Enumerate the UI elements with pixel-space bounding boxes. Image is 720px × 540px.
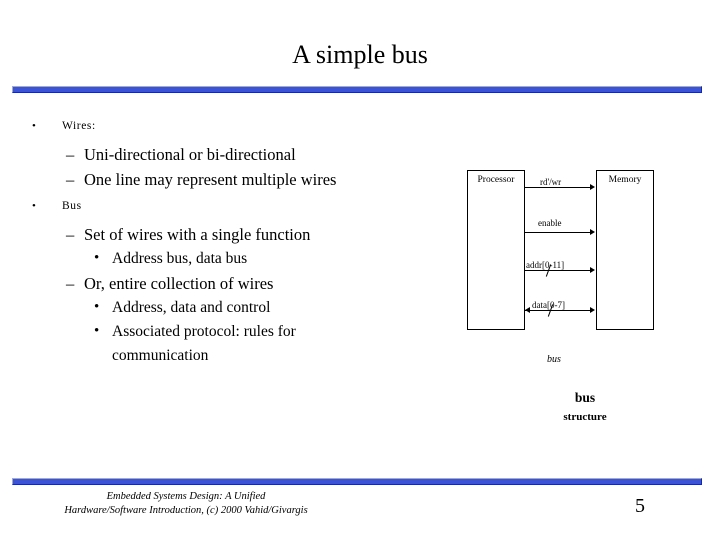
slide: A simple bus • Wires: – Uni-directional … bbox=[0, 0, 720, 540]
bullet-wires-sub1-label: Uni-directional or bi-directional bbox=[84, 145, 296, 164]
memory-label: Memory bbox=[608, 175, 642, 185]
memory-box: Memory bbox=[596, 170, 654, 330]
bullet-wires-sub2: – One line may represent multiple wires bbox=[0, 167, 450, 192]
bullet-marker-dash: – bbox=[66, 274, 75, 293]
wire-addr bbox=[525, 270, 591, 271]
figure-caption-bold: bus bbox=[574, 390, 596, 405]
bus-italic-label: bus bbox=[547, 354, 561, 365]
bullet-bus-sub2-item2: • Associated protocol: rules for bbox=[0, 320, 450, 344]
processor-box: Processor bbox=[467, 170, 525, 330]
figure-caption-sub: structure bbox=[563, 411, 607, 423]
bullet-bus-sub2-item2-label: Associated protocol: rules for bbox=[112, 323, 296, 340]
wire-enable bbox=[525, 232, 591, 233]
bullet-marker-dot: • bbox=[94, 299, 100, 315]
wire-data bbox=[525, 310, 591, 311]
footer-line-2: Hardware/Software Introduction, (c) 2000… bbox=[64, 505, 308, 516]
bullet-marker-dash: – bbox=[66, 170, 75, 189]
bullet-marker-dash: – bbox=[66, 225, 75, 244]
footer-divider bbox=[12, 478, 702, 485]
bullet-marker-dot: • bbox=[32, 200, 37, 212]
bullet-marker-dot: • bbox=[94, 250, 100, 266]
bullet-bus-sub1-item1-label: Address bus, data bus bbox=[112, 250, 248, 267]
bullet-bus-sub2-item1-label: Address, data and control bbox=[112, 299, 271, 316]
bullet-marker-dot: • bbox=[94, 323, 100, 339]
bullet-bus-sub1: – Set of wires with a single function bbox=[0, 222, 450, 247]
wire-addr-label: addr[0-11] bbox=[526, 260, 565, 270]
bullet-wires-sub2-label: One line may represent multiple wires bbox=[84, 170, 337, 189]
bullet-wires: • Wires: bbox=[0, 118, 450, 134]
bullet-bus-sub1-label: Set of wires with a single function bbox=[84, 225, 311, 244]
arrow-data-right bbox=[590, 306, 595, 313]
bullet-bus: • Bus bbox=[0, 198, 450, 214]
arrow-data-left bbox=[525, 306, 530, 313]
bullet-marker-dot: • bbox=[32, 120, 37, 132]
bullet-content: • Wires: – Uni-directional or bi-directi… bbox=[0, 118, 450, 368]
processor-label: Processor bbox=[477, 175, 515, 185]
bullet-wires-label: Wires: bbox=[62, 120, 96, 132]
bullet-bus-sub2-item2-cont-label: communication bbox=[112, 347, 209, 364]
bullet-marker-dash: – bbox=[66, 145, 75, 164]
wire-enable-label: enable bbox=[538, 218, 562, 228]
arrow-rdwr bbox=[590, 183, 595, 190]
bullet-bus-label: Bus bbox=[62, 200, 82, 212]
wire-rdwr bbox=[525, 187, 591, 188]
bullet-bus-sub2-item1: • Address, data and control bbox=[0, 296, 450, 320]
arrow-enable bbox=[590, 228, 595, 235]
wire-rdwr-label: rd'/wr bbox=[540, 177, 562, 187]
page-title: A simple bus bbox=[292, 40, 428, 69]
footer-line-1: Embedded Systems Design: A Unified bbox=[106, 491, 266, 502]
footer-credit: Embedded Systems Design: A Unified Hardw… bbox=[16, 490, 356, 518]
bullet-bus-sub2-item2-cont: communication bbox=[0, 344, 450, 368]
bullet-bus-sub2-label: Or, entire collection of wires bbox=[84, 274, 274, 293]
bus-structure-figure: Processor Memory rd'/wr enable addr[0-11… bbox=[460, 160, 710, 440]
title-divider-top bbox=[12, 86, 702, 93]
bullet-wires-sub1: – Uni-directional or bi-directional bbox=[0, 142, 450, 167]
page-number: 5 bbox=[635, 495, 645, 517]
bullet-bus-sub1-item1: • Address bus, data bus bbox=[0, 247, 450, 271]
bullet-bus-sub2: – Or, entire collection of wires bbox=[0, 271, 450, 296]
wire-data-label: data[0-7] bbox=[532, 300, 565, 310]
arrow-addr bbox=[590, 266, 595, 273]
